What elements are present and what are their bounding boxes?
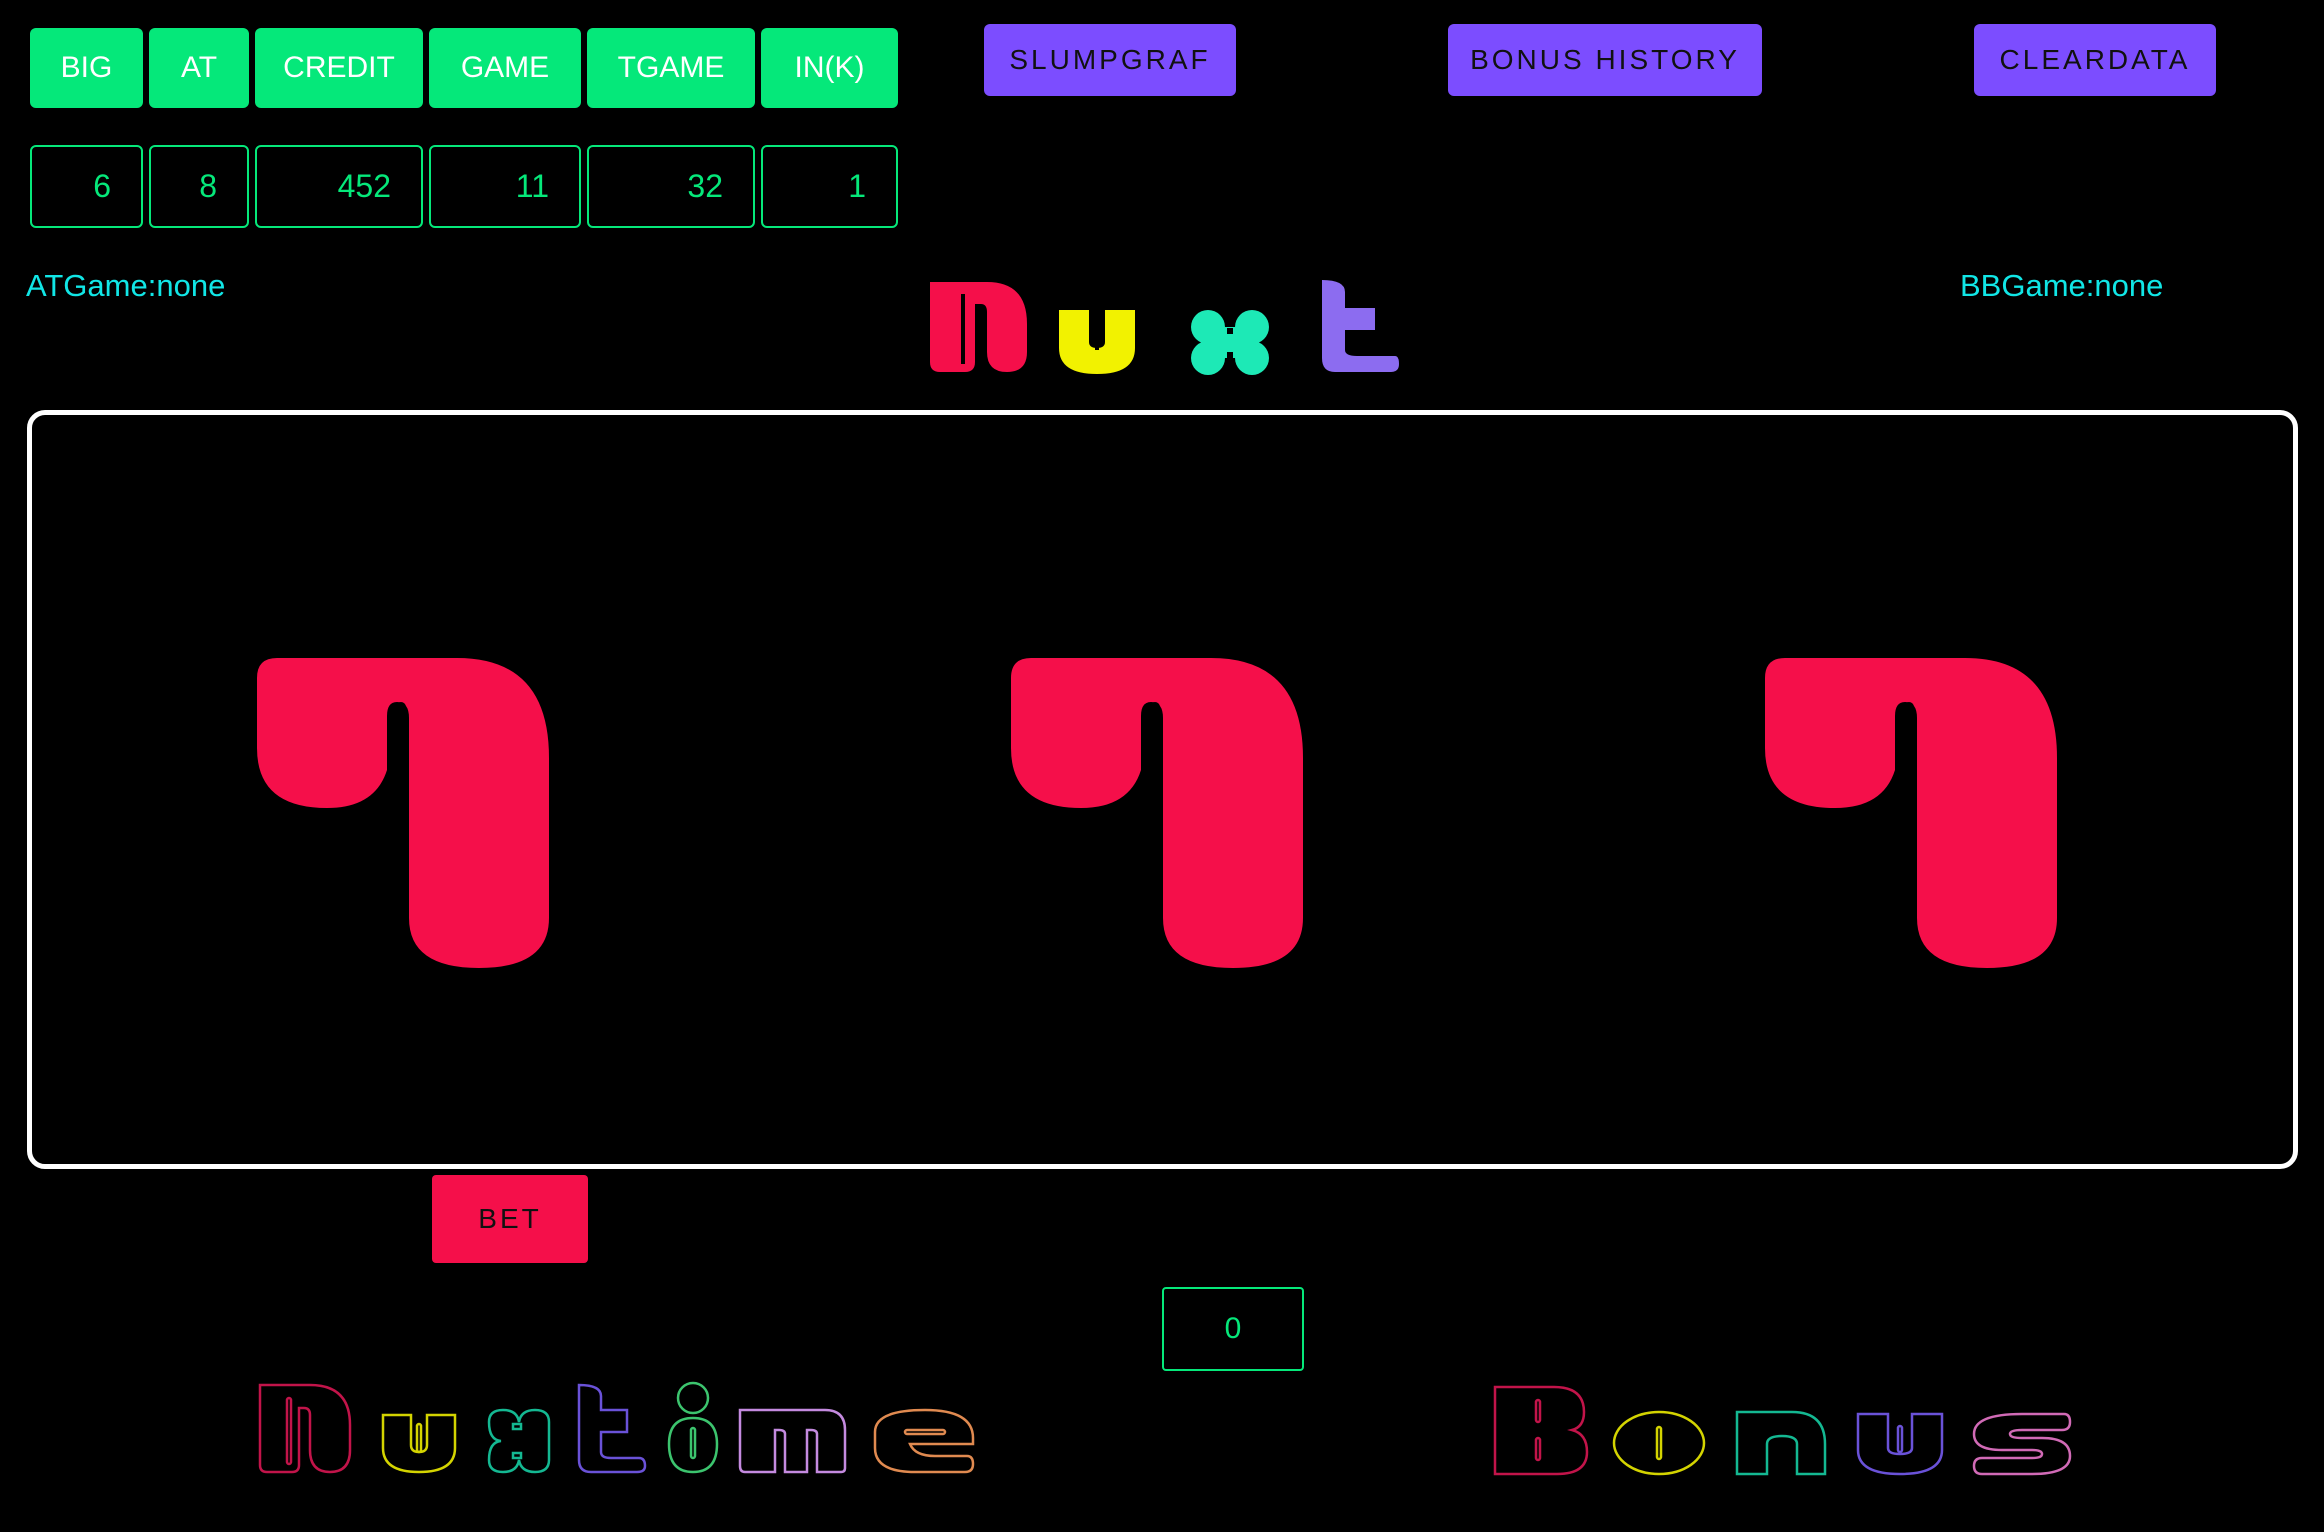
at-game-status: ATGame:none	[26, 268, 226, 303]
reel-3	[1765, 658, 2065, 968]
header-ink: IN(K)	[761, 28, 898, 108]
seven-symbol-icon	[257, 658, 549, 968]
bonus-logo	[1492, 1382, 2072, 1487]
title-letter-n	[930, 282, 1027, 372]
value-tgame: 32	[587, 145, 755, 228]
header-tgame: TGAME	[587, 28, 755, 108]
bonus-history-button[interactable]: BONUS HISTORY	[1448, 24, 1762, 96]
reel-1	[257, 658, 557, 968]
title-letter-t	[1322, 280, 1399, 372]
nuxtime-logo	[255, 1380, 1035, 1485]
reel-2	[1011, 658, 1311, 968]
header-game: GAME	[429, 28, 581, 108]
value-ink: 1	[761, 145, 898, 228]
nuxt-title-logo	[925, 272, 1405, 382]
title-letter-x	[1191, 310, 1269, 375]
bb-game-status: BBGame:none	[1960, 268, 2164, 303]
bet-button[interactable]: BET	[432, 1175, 588, 1263]
cleardata-button[interactable]: CLEARDATA	[1974, 24, 2216, 96]
seven-symbol-icon	[1765, 658, 2057, 968]
header-at: AT	[149, 28, 249, 108]
value-credit: 452	[255, 145, 423, 228]
slumpgraf-button[interactable]: SLUMPGRAF	[984, 24, 1236, 96]
header-credit: CREDIT	[255, 28, 423, 108]
payout-counter: 0	[1162, 1287, 1304, 1371]
header-big: BIG	[30, 28, 143, 108]
seven-symbol-icon	[1011, 658, 1303, 968]
value-at: 8	[149, 145, 249, 228]
value-big: 6	[30, 145, 143, 228]
value-game: 11	[429, 145, 581, 228]
title-letter-u	[1059, 310, 1135, 374]
